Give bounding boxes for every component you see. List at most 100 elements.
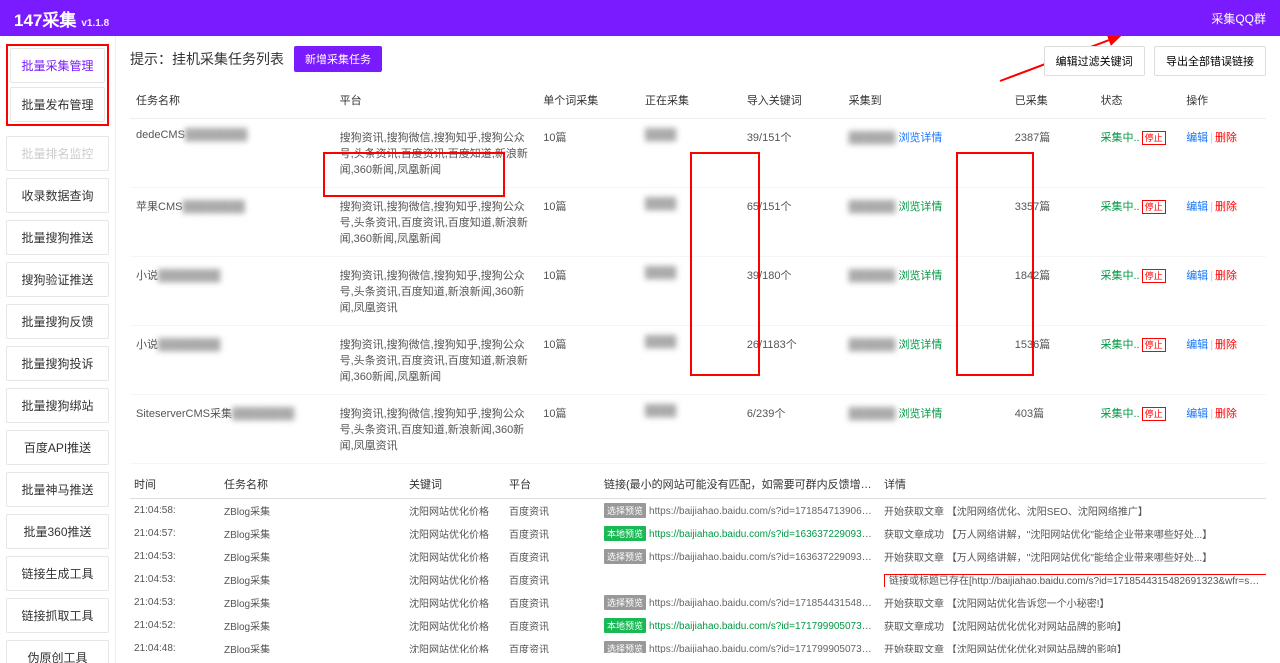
sidebar-item-4[interactable]: 批量搜狗反馈 (6, 304, 109, 339)
log-url[interactable]: https://baijiahao.baidu.com/s?id=1718544… (649, 598, 880, 609)
log-task: ZBlog采集 (220, 526, 405, 541)
sidebar-item-11[interactable]: 链接抓取工具 (6, 598, 109, 633)
task-status: 采集中..停止 (1094, 326, 1180, 395)
sidebar-item-6[interactable]: 批量搜狗绑站 (6, 388, 109, 423)
log-task: ZBlog采集 (220, 618, 405, 633)
qq-link[interactable]: 采集QQ群 (1211, 10, 1266, 27)
sidebar-item-8[interactable]: 批量神马推送 (6, 472, 109, 507)
edit-button[interactable]: 编辑 (1186, 408, 1208, 420)
filter-keywords-button[interactable]: 编辑过滤关键词 (1044, 46, 1145, 76)
task-keywords: 39/151个 (741, 119, 843, 188)
log-keyword: 沈阳网站优化价格 (405, 526, 505, 541)
log-platform: 百度资讯 (505, 595, 600, 610)
task-to: ██████ 浏览详情 (843, 188, 1009, 257)
browse-detail-link[interactable]: 浏览详情 (898, 270, 942, 282)
browse-detail-link[interactable]: 浏览详情 (898, 408, 942, 420)
browse-detail-link[interactable]: 浏览详情 (898, 339, 942, 351)
log-row: 21:04:53:ZBlog采集沈阳网站优化价格百度资讯选择预览https://… (130, 545, 1266, 568)
delete-button[interactable]: 删除 (1215, 408, 1237, 420)
log-url[interactable]: https://baijiahao.baidu.com/s?id=1636372… (649, 552, 880, 563)
task-to: ██████ 浏览详情 (843, 326, 1009, 395)
task-row: SiteserverCMS采集████████搜狗资讯,搜狗微信,搜狗知乎,搜狗… (130, 395, 1266, 464)
task-platform: 搜狗资讯,搜狗微信,搜狗知乎,搜狗公众号,头条资讯,百度知道,新浪新闻,360新… (334, 257, 538, 326)
local-preview-badge[interactable]: 本地预览 (604, 526, 646, 541)
log-task: ZBlog采集 (220, 572, 405, 587)
app-title: 147采集v1.1.8 (14, 6, 109, 31)
log-detail: 开始获取文章 【沈阳网站优化告诉您一个小秘密!】 (880, 595, 1266, 610)
task-keywords: 65/151个 (741, 188, 843, 257)
task-current: ████ (639, 257, 741, 326)
log-keyword: 沈阳网站优化价格 (405, 503, 505, 518)
stop-tag[interactable]: 停止 (1142, 407, 1166, 421)
edit-button[interactable]: 编辑 (1186, 201, 1208, 213)
edit-button[interactable]: 编辑 (1186, 132, 1208, 144)
edit-button[interactable]: 编辑 (1186, 270, 1208, 282)
log-link: 本地预览https://baijiahao.baidu.com/s?id=163… (600, 526, 880, 541)
log-detail-highlight: 链接或标题已存在[http://baijiahao.baidu.com/s?id… (884, 574, 1266, 587)
task-actions: 编辑|删除 (1180, 188, 1266, 257)
log-task: ZBlog采集 (220, 503, 405, 518)
sidebar-item-0: 批量排名监控 (6, 136, 109, 171)
select-preview-badge[interactable]: 选择预览 (604, 595, 646, 610)
sidebar-item-9[interactable]: 批量360推送 (6, 514, 109, 549)
log-row: 21:04:53:ZBlog采集沈阳网站优化价格百度资讯选择预览https://… (130, 591, 1266, 614)
log-row: 21:04:52:ZBlog采集沈阳网站优化价格百度资讯本地预览https://… (130, 614, 1266, 637)
export-errors-button[interactable]: 导出全部错误链接 (1154, 46, 1266, 76)
task-th-8: 操作 (1180, 82, 1266, 119)
delete-button[interactable]: 删除 (1215, 201, 1237, 213)
content: 提示：挂机采集任务列表 新增采集任务 编辑过滤关键词 导出全部错误链接 任务名称… (116, 36, 1280, 663)
sidebar-item-5[interactable]: 批量搜狗投诉 (6, 346, 109, 381)
select-preview-badge[interactable]: 选择预览 (604, 549, 646, 564)
delete-button[interactable]: 删除 (1215, 132, 1237, 144)
browse-detail-link[interactable]: 浏览详情 (898, 132, 942, 144)
log-time: 21:04:58: (130, 505, 220, 516)
task-status: 采集中..停止 (1094, 395, 1180, 464)
log-url[interactable]: https://baijiahao.baidu.com/s?id=1717999… (649, 621, 880, 632)
edit-button[interactable]: 编辑 (1186, 339, 1208, 351)
log-platform: 百度资讯 (505, 641, 600, 653)
task-row: 小说████████搜狗资讯,搜狗微信,搜狗知乎,搜狗公众号,头条资讯,百度资讯… (130, 326, 1266, 395)
sidebar-batch-publish[interactable]: 批量发布管理 (10, 87, 105, 122)
log-url[interactable]: https://baijiahao.baidu.com/s?id=1717999… (649, 644, 880, 653)
task-actions: 编辑|删除 (1180, 395, 1266, 464)
add-task-button[interactable]: 新增采集任务 (294, 46, 382, 72)
task-current: ████ (639, 119, 741, 188)
local-preview-badge[interactable]: 本地预览 (604, 618, 646, 633)
log-url[interactable]: https://baijiahao.baidu.com/s?id=1636372… (649, 529, 880, 540)
sidebar-item-2[interactable]: 批量搜狗推送 (6, 220, 109, 255)
delete-button[interactable]: 删除 (1215, 270, 1237, 282)
sidebar-batch-collect[interactable]: 批量采集管理 (10, 48, 105, 83)
log-task: ZBlog采集 (220, 595, 405, 610)
task-th-7: 状态 (1094, 82, 1180, 119)
select-preview-badge[interactable]: 选择预览 (604, 641, 646, 653)
task-per: 10篇 (537, 326, 639, 395)
sidebar-item-7[interactable]: 百度API推送 (6, 430, 109, 465)
stop-tag[interactable]: 停止 (1142, 131, 1166, 145)
sidebar-item-10[interactable]: 链接生成工具 (6, 556, 109, 591)
select-preview-badge[interactable]: 选择预览 (604, 503, 646, 518)
task-th-6: 已采集 (1009, 82, 1095, 119)
sidebar: 批量采集管理 批量发布管理 批量排名监控收录数据查询批量搜狗推送搜狗验证推送批量… (0, 36, 116, 663)
task-collected: 2387篇 (1009, 119, 1095, 188)
log-time: 21:04:53: (130, 551, 220, 562)
task-platform: 搜狗资讯,搜狗微信,搜狗知乎,搜狗公众号,头条资讯,百度知道,新浪新闻,360新… (334, 395, 538, 464)
log-platform: 百度资讯 (505, 618, 600, 633)
log-link: 选择预览https://baijiahao.baidu.com/s?id=171… (600, 595, 880, 610)
delete-button[interactable]: 删除 (1215, 339, 1237, 351)
sidebar-red-group: 批量采集管理 批量发布管理 (6, 44, 109, 126)
task-name: 小说████████ (130, 326, 334, 395)
stop-tag[interactable]: 停止 (1142, 269, 1166, 283)
log-row: 21:04:53:ZBlog采集沈阳网站优化价格百度资讯链接或标题已存在[htt… (130, 568, 1266, 591)
stop-tag[interactable]: 停止 (1142, 338, 1166, 352)
log-time: 21:04:53: (130, 597, 220, 608)
log-link: 选择预览https://baijiahao.baidu.com/s?id=171… (600, 503, 880, 518)
topbar: 147采集v1.1.8 采集QQ群 (0, 0, 1280, 36)
log-keyword: 沈阳网站优化价格 (405, 572, 505, 587)
sidebar-item-1[interactable]: 收录数据查询 (6, 178, 109, 213)
log-url[interactable]: https://baijiahao.baidu.com/s?id=1718547… (649, 506, 880, 517)
log-task: ZBlog采集 (220, 549, 405, 564)
sidebar-item-3[interactable]: 搜狗验证推送 (6, 262, 109, 297)
stop-tag[interactable]: 停止 (1142, 200, 1166, 214)
browse-detail-link[interactable]: 浏览详情 (898, 201, 942, 213)
sidebar-item-12[interactable]: 伪原创工具 (6, 640, 109, 663)
